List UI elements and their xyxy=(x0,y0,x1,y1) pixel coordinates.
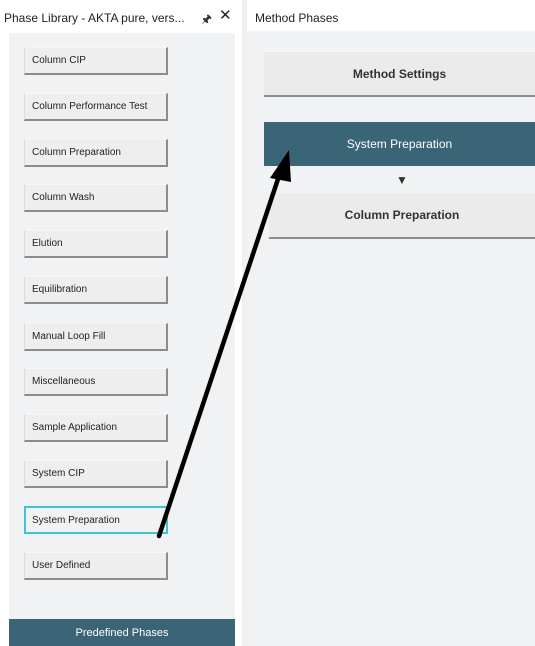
phase-library-title: Phase Library - AKTA pure, vers... xyxy=(4,11,185,25)
tab-predefined-phases[interactable]: Predefined Phases xyxy=(9,619,235,646)
phase-library-panel: Phase Library - AKTA pure, vers... 🖈 ✕ C… xyxy=(0,0,242,646)
phase-item-system-cip[interactable]: System CIP xyxy=(24,460,168,488)
phase-item-elution[interactable]: Elution xyxy=(24,230,168,258)
phase-item-equilibration[interactable]: Equilibration xyxy=(24,276,168,304)
phase-block-column-preparation[interactable]: Column Preparation xyxy=(269,193,535,239)
method-phases-panel: Method Phases Method Settings System Pre… xyxy=(247,0,535,646)
down-arrow-icon: ▼ xyxy=(396,173,408,187)
phase-item-column-preparation[interactable]: Column Preparation xyxy=(24,139,168,167)
phase-item-column-performance-test[interactable]: Column Performance Test xyxy=(24,93,168,121)
phase-item-miscellaneous[interactable]: Miscellaneous xyxy=(24,368,168,396)
pin-icon[interactable]: 🖈 xyxy=(201,10,212,31)
method-phases-area: Method Settings System Preparation ▼ Col… xyxy=(247,31,535,646)
method-settings-block[interactable]: Method Settings xyxy=(264,51,535,97)
phase-item-manual-loop-fill[interactable]: Manual Loop Fill xyxy=(24,323,168,351)
phase-item-system-preparation[interactable]: System Preparation xyxy=(24,506,168,534)
phase-item-user-defined[interactable]: User Defined xyxy=(24,552,168,580)
phase-item-column-wash[interactable]: Column Wash xyxy=(24,184,168,212)
method-phases-title: Method Phases xyxy=(255,11,339,25)
phase-library-header: Phase Library - AKTA pure, vers... 🖈 ✕ xyxy=(0,4,242,30)
close-icon[interactable]: ✕ xyxy=(219,8,232,24)
phase-item-column-cip[interactable]: Column CIP xyxy=(24,47,168,75)
phase-item-sample-application[interactable]: Sample Application xyxy=(24,414,168,442)
phase-block-system-preparation[interactable]: System Preparation xyxy=(264,122,535,166)
phase-list: Column CIP Column Performance Test Colum… xyxy=(9,33,235,619)
